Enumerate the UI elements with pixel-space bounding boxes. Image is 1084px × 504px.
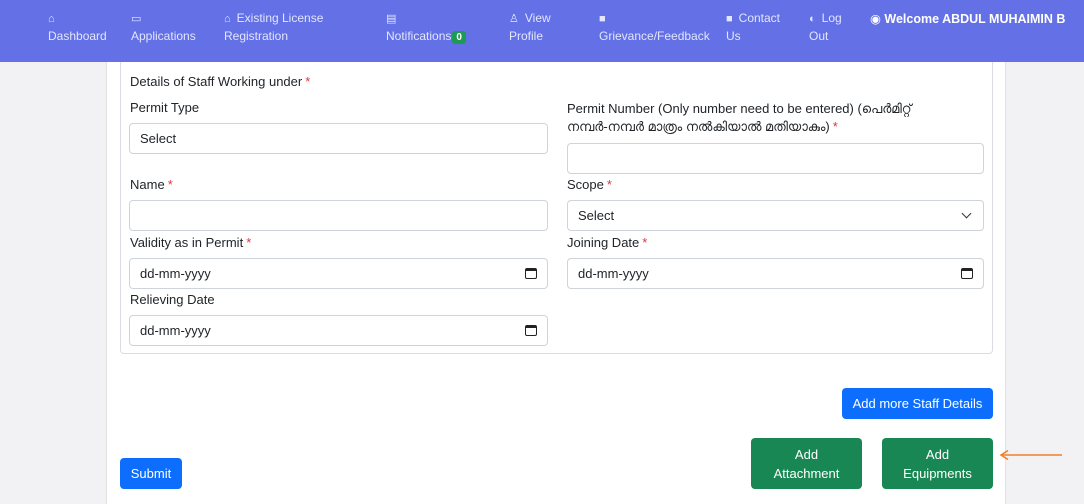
joining-date-label-text: Joining Date [567, 235, 640, 250]
add-attachment-button[interactable]: Add Attachment [751, 438, 862, 489]
name-label-text: Name [130, 177, 165, 192]
permit-number-label-line1: Permit Number (Only number need to be en… [567, 101, 912, 116]
home-icon: ⌂ [48, 13, 55, 25]
relieving-date-value: dd-mm-yyyy [140, 323, 211, 338]
nav-label: Registration [224, 29, 289, 43]
nav-label: Out [809, 29, 829, 43]
nav-label: Profile [509, 29, 544, 43]
welcome-text: Welcome ABDUL MUHAIMIN B [884, 12, 1066, 26]
required-mark: * [642, 235, 648, 250]
welcome-user[interactable]: ◉ Welcome ABDUL MUHAIMIN B [870, 10, 1075, 28]
section-title: Details of Staff Working under * [130, 74, 310, 89]
permit-number-label: Permit Number (Only number need to be en… [567, 100, 912, 136]
scope-label: Scope * [567, 177, 612, 192]
required-mark: * [305, 74, 311, 89]
document-icon: ■ [599, 13, 606, 25]
joining-date-input[interactable]: dd-mm-yyyy [567, 258, 984, 289]
name-input[interactable] [129, 200, 548, 231]
add-equipments-label-1: Add [925, 446, 950, 462]
add-more-staff-button[interactable]: Add more Staff Details [842, 388, 993, 419]
nav-existing-license[interactable]: ⌂ Existing License Registration [224, 10, 323, 45]
nav-applications[interactable]: ▭ Applications [131, 10, 196, 45]
submit-button[interactable]: Submit [120, 458, 182, 489]
name-label: Name * [130, 177, 173, 192]
nav-label: Existing License [236, 11, 324, 25]
permit-type-label: Permit Type [130, 100, 200, 115]
nav-view-profile[interactable]: ♙ View Profile [509, 10, 551, 45]
validity-label-text: Validity as in Permit [130, 235, 244, 250]
section-title-text: Details of Staff Working under [130, 74, 303, 89]
top-navbar: ⌂ Dashboard ▭ Applications ⌂ Existing Lic… [0, 0, 1084, 62]
joining-date-label: Joining Date * [567, 235, 647, 250]
joining-date-value: dd-mm-yyyy [578, 266, 649, 281]
nav-label: Log [821, 11, 842, 25]
relieving-date-input[interactable]: dd-mm-yyyy [129, 315, 548, 346]
validity-date-input[interactable]: dd-mm-yyyy [129, 258, 548, 289]
calendar-icon[interactable] [525, 268, 537, 279]
calendar-icon[interactable] [961, 268, 973, 279]
required-mark: * [832, 119, 838, 134]
scope-label-text: Scope [567, 177, 604, 192]
permit-type-value: Select [140, 131, 177, 146]
validity-value: dd-mm-yyyy [140, 266, 211, 281]
scope-select[interactable]: Select [567, 200, 984, 231]
nav-label: Applications [131, 29, 196, 43]
user-icon: ♙ [509, 13, 519, 25]
applications-icon: ▭ [131, 13, 142, 25]
nav-label: Dashboard [48, 29, 107, 43]
nav-label: Us [726, 29, 741, 43]
add-equipments-label-2: Equipments [903, 465, 972, 481]
nav-label: View [524, 11, 551, 25]
permit-number-label-line2: നമ്പർ-നമ്പർ മാത്രം നൽകിയാൽ മതിയാകും) [567, 119, 830, 134]
scope-value: Select [578, 208, 615, 223]
chevron-down-icon [961, 208, 972, 219]
annotation-arrow-icon [999, 449, 1062, 461]
nav-contact-us[interactable]: ■ Contact Us [726, 10, 780, 45]
relieving-date-label: Relieving Date [130, 292, 215, 307]
notification-count-badge: 0 [452, 31, 466, 44]
nav-grievance-feedback[interactable]: ■ Grievance/Feedback [599, 10, 710, 45]
nav-label: Notifications [386, 29, 452, 43]
required-mark: * [606, 177, 612, 192]
required-mark: * [167, 177, 173, 192]
calendar-icon[interactable] [525, 325, 537, 336]
user-circle-icon: ◉ [870, 12, 881, 26]
logout-icon: ◐ [809, 13, 816, 25]
home-icon: ⌂ [224, 13, 231, 25]
permit-number-input[interactable] [567, 143, 984, 174]
add-equipments-button[interactable]: Add Equipments [882, 438, 993, 489]
required-mark: * [246, 235, 252, 250]
permit-type-select[interactable]: Select [129, 123, 548, 154]
nav-notifications[interactable]: ▤ Notifications 0 [386, 10, 466, 45]
validity-label: Validity as in Permit * [130, 235, 251, 250]
add-attachment-label-2: Attachment [773, 465, 840, 481]
contact-icon: ■ [726, 13, 733, 25]
nav-label: Grievance/Feedback [599, 29, 710, 43]
notifications-icon: ▤ [386, 13, 397, 25]
nav-log-out[interactable]: ◐ Log Out [809, 10, 842, 45]
nav-dashboard[interactable]: ⌂ Dashboard [48, 10, 107, 45]
add-attachment-label-1: Add [794, 446, 819, 462]
nav-label: Contact [738, 11, 781, 25]
